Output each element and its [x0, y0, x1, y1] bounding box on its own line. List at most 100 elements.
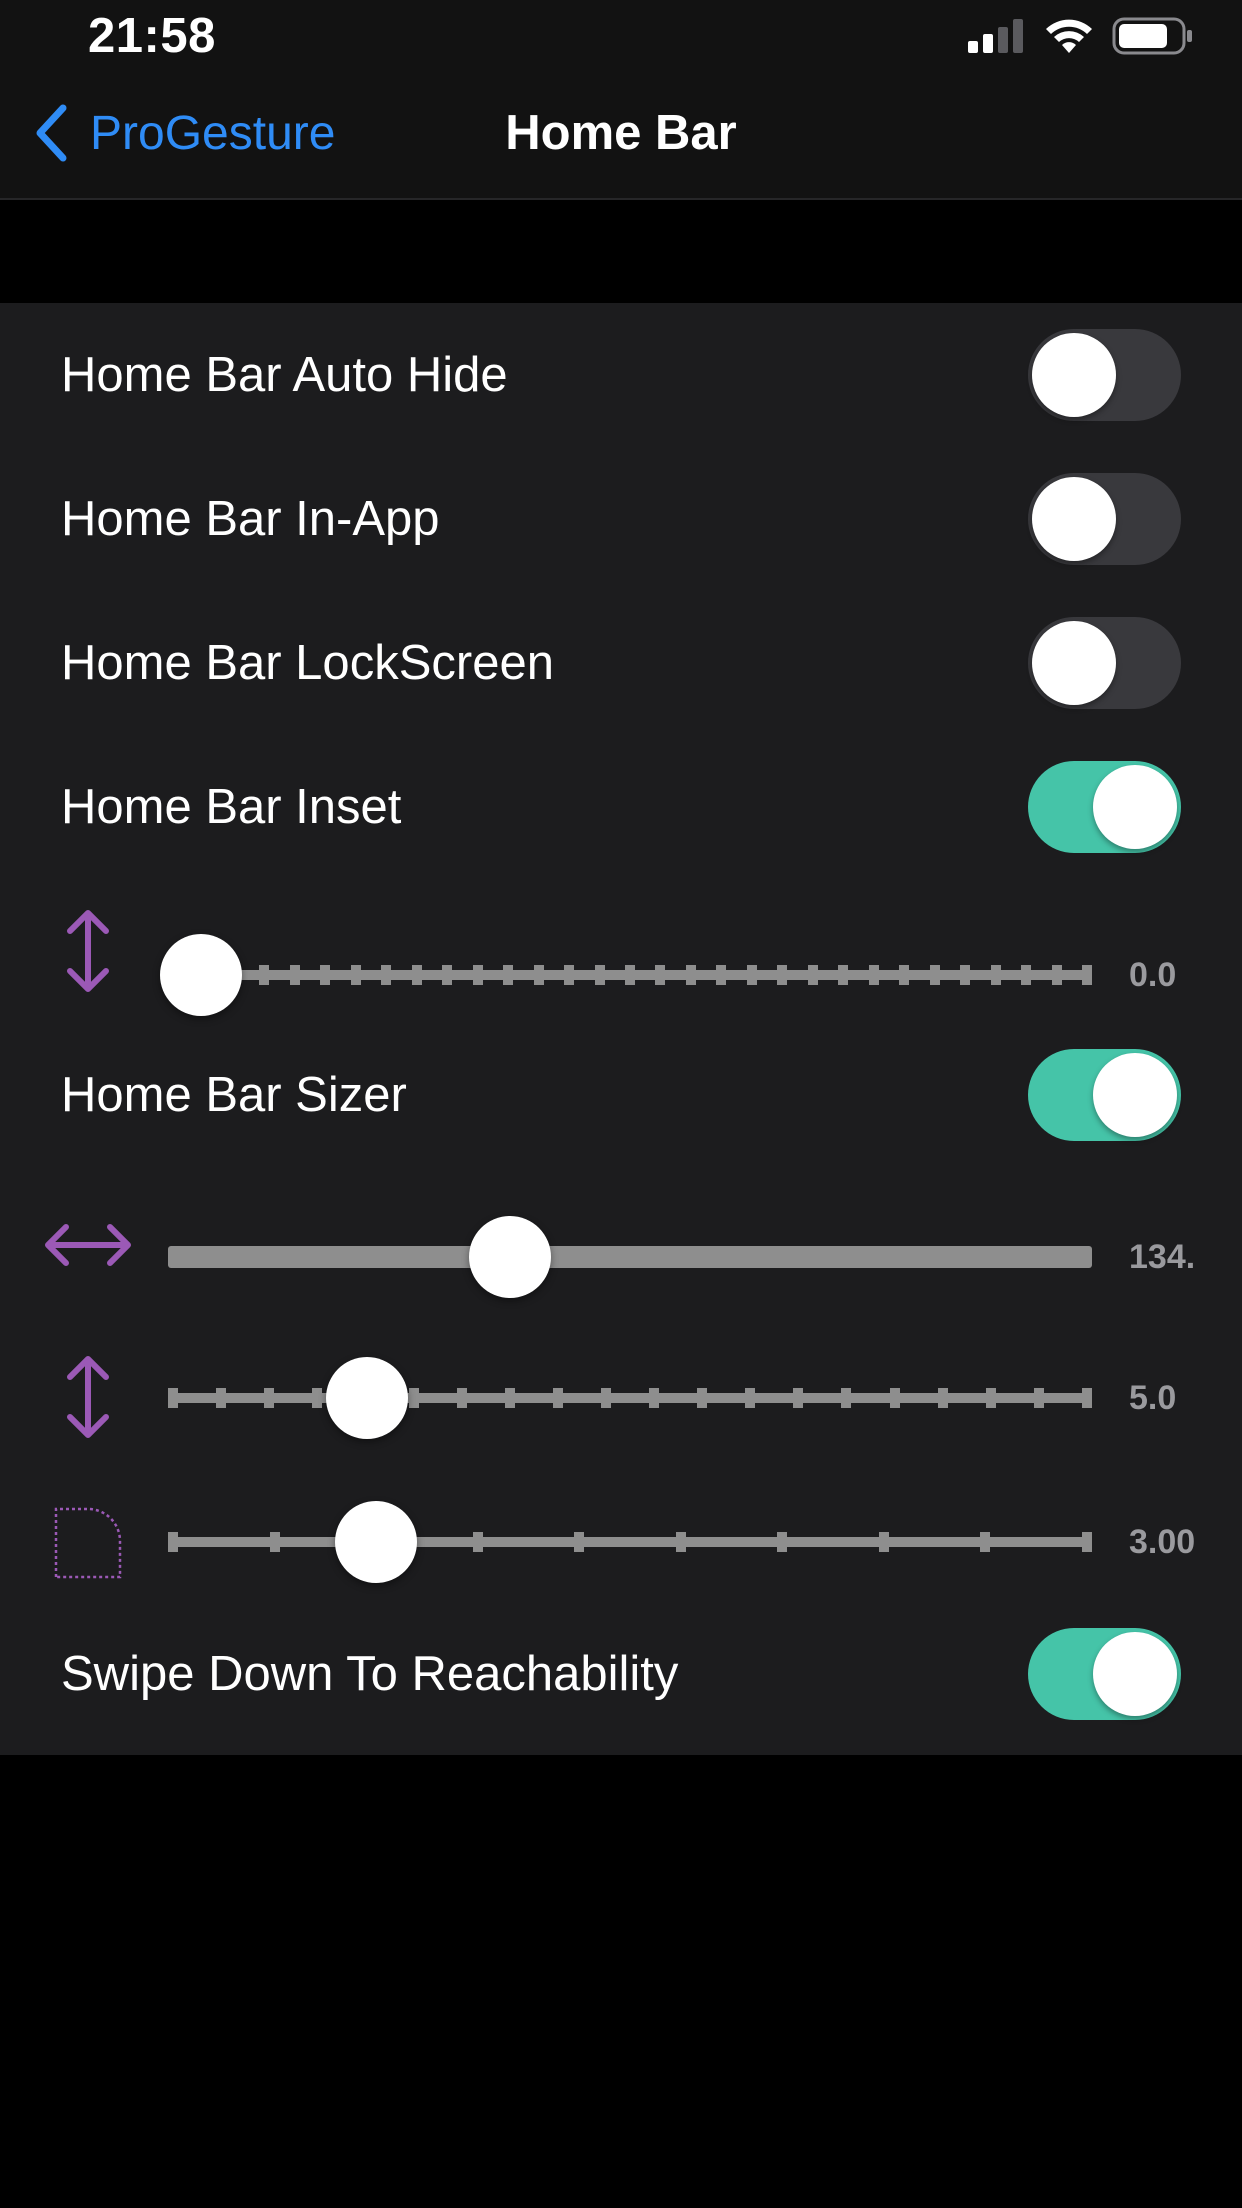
tick-mark: [746, 965, 757, 985]
lockscreen-label: Home Bar LockScreen: [61, 636, 554, 690]
tick-mark: [697, 1388, 708, 1408]
toggle-knob: [1032, 477, 1116, 561]
toggle-knob: [1093, 765, 1177, 849]
tick-mark: [564, 965, 575, 985]
status-bar: 21:58: [0, 0, 1242, 70]
tick-mark: [868, 965, 879, 985]
tick-mark: [350, 965, 361, 985]
cellular-signal-icon: [968, 19, 1023, 53]
tick-mark: [980, 1532, 991, 1552]
tick-mark: [1082, 1532, 1092, 1552]
inset-label: Home Bar Inset: [61, 780, 402, 834]
tick-mark: [594, 965, 605, 985]
tick-mark: [878, 1532, 889, 1552]
tick-mark: [533, 965, 544, 985]
tick-marks: [168, 1388, 1092, 1408]
vertical-arrows-icon: [67, 1356, 109, 1438]
tick-mark: [1082, 1388, 1092, 1408]
lockscreen-toggle[interactable]: [1028, 617, 1181, 709]
tick-mark: [899, 965, 910, 985]
tick-mark: [600, 1388, 611, 1408]
reachability-label: Swipe Down To Reachability: [61, 1647, 679, 1701]
row-sizer: Home Bar Sizer: [0, 1023, 1242, 1167]
tick-mark: [259, 965, 270, 985]
row-in-app: Home Bar In-App: [0, 447, 1242, 591]
in-app-label: Home Bar In-App: [61, 492, 440, 546]
settings-group: Home Bar Auto Hide Home Bar In-App Home …: [0, 303, 1242, 1755]
tick-mark: [937, 1388, 948, 1408]
tick-mark: [807, 965, 818, 985]
toggle-knob: [1032, 333, 1116, 417]
height-slider[interactable]: [168, 1357, 1092, 1439]
status-icons: [968, 16, 1194, 56]
tick-mark: [381, 965, 392, 985]
row-inset-slider: 0.0: [0, 879, 1242, 1023]
auto-hide-toggle[interactable]: [1028, 329, 1181, 421]
tick-mark: [716, 965, 727, 985]
slider-thumb[interactable]: [160, 934, 242, 1016]
tick-mark: [320, 965, 331, 985]
tick-mark: [985, 1388, 996, 1408]
horizontal-arrows-icon: [45, 1224, 131, 1266]
tick-mark: [841, 1388, 852, 1408]
inset-toggle[interactable]: [1028, 761, 1181, 853]
tick-mark: [929, 965, 940, 985]
tick-mark: [442, 965, 453, 985]
tick-mark: [960, 965, 971, 985]
tick-mark: [503, 965, 514, 985]
row-width-slider: 134.: [0, 1167, 1242, 1311]
in-app-toggle[interactable]: [1028, 473, 1181, 565]
tick-mark: [625, 965, 635, 985]
tick-mark: [1033, 1388, 1044, 1408]
status-time: 21:58: [88, 9, 216, 63]
tick-mark: [655, 965, 666, 985]
tick-mark: [264, 1388, 275, 1408]
inset-slider[interactable]: [160, 934, 1092, 1016]
row-auto-hide: Home Bar Auto Hide: [0, 303, 1242, 447]
sizer-toggle[interactable]: [1028, 1049, 1181, 1141]
tick-mark: [472, 965, 483, 985]
vertical-arrows-icon: [67, 910, 109, 992]
slider-thumb[interactable]: [334, 1501, 417, 1583]
row-inset: Home Bar Inset: [0, 735, 1242, 879]
corner-radius-icon: [54, 1507, 122, 1579]
tick-mark: [1051, 965, 1062, 985]
slider-thumb[interactable]: [325, 1357, 408, 1439]
tick-mark: [1082, 965, 1092, 985]
reachability-toggle[interactable]: [1028, 1628, 1181, 1720]
width-slider[interactable]: [168, 1216, 1092, 1298]
tick-mark: [675, 1532, 686, 1552]
wifi-icon: [1046, 19, 1092, 53]
row-reachability: Swipe Down To Reachability: [0, 1602, 1242, 1746]
tick-mark: [649, 1388, 660, 1408]
tick-mark: [685, 965, 696, 985]
tick-mark: [269, 1532, 280, 1552]
tick-mark: [408, 1388, 419, 1408]
tick-mark: [745, 1388, 756, 1408]
tick-mark: [1021, 965, 1032, 985]
tick-mark: [168, 1532, 178, 1552]
toggle-knob: [1032, 621, 1116, 705]
tick-mark: [472, 1532, 483, 1552]
tick-marks: [168, 965, 1092, 985]
tick-marks: [168, 1532, 1092, 1552]
corner-radius-value: 3.00: [1129, 1523, 1196, 1561]
slider-thumb[interactable]: [468, 1216, 551, 1298]
navigation-bar: ProGesture Home Bar: [0, 70, 1242, 200]
corner-radius-slider[interactable]: [168, 1501, 1092, 1583]
row-height-slider: 5.0: [0, 1311, 1242, 1455]
toggle-knob: [1093, 1053, 1177, 1137]
height-value: 5.0: [1129, 1379, 1177, 1417]
inset-value: 0.0: [1129, 956, 1177, 994]
width-value: 134.: [1129, 1238, 1196, 1276]
tick-mark: [504, 1388, 515, 1408]
tick-mark: [889, 1388, 900, 1408]
toggle-knob: [1093, 1632, 1177, 1716]
tick-mark: [838, 965, 849, 985]
sizer-label: Home Bar Sizer: [61, 1068, 407, 1122]
page-title: Home Bar: [505, 106, 737, 160]
battery-icon: [1112, 17, 1192, 55]
tick-mark: [574, 1532, 585, 1552]
tick-mark: [777, 1532, 788, 1552]
tick-mark: [411, 965, 422, 985]
